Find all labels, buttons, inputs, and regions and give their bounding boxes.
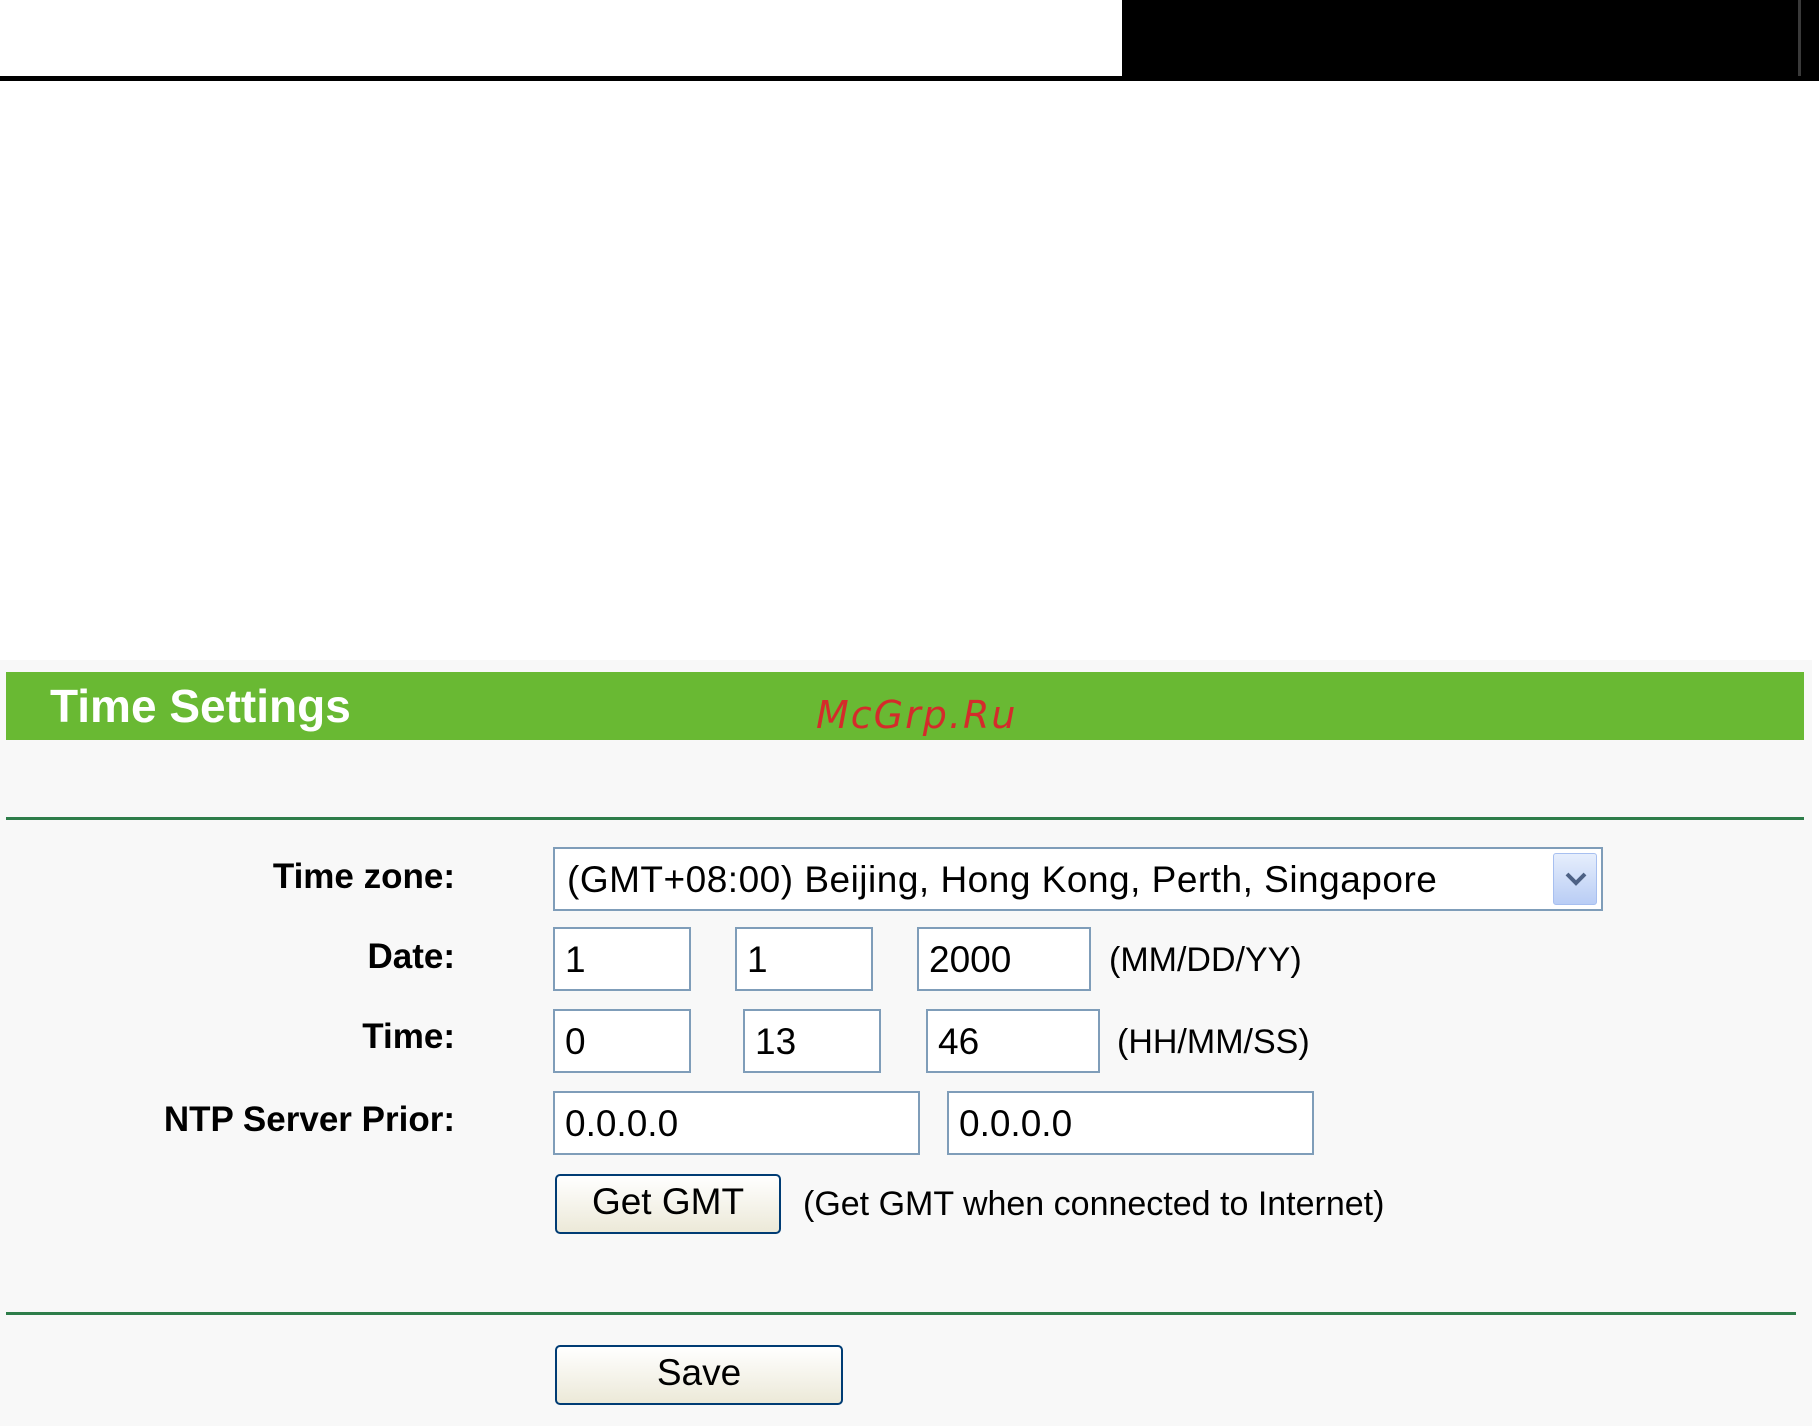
timezone-label: Time zone: (272, 857, 455, 896)
time-label: Time: (362, 1017, 455, 1056)
top-divider (6, 817, 1804, 820)
header-block-divider (1798, 0, 1801, 79)
time-second-input[interactable]: 46 (926, 1009, 1100, 1073)
date-day-input[interactable]: 1 (735, 927, 873, 991)
time-minute-input[interactable]: 13 (743, 1009, 881, 1073)
time-hour-input[interactable]: 0 (553, 1009, 691, 1073)
ntp-secondary-input[interactable]: 0.0.0.0 (947, 1091, 1314, 1155)
date-format-hint: (MM/DD/YY) (1109, 941, 1302, 979)
get-gmt-button[interactable]: Get GMT (555, 1174, 781, 1234)
date-month-input[interactable]: 1 (553, 927, 691, 991)
get-gmt-note: (Get GMT when connected to Internet) (803, 1185, 1385, 1223)
timezone-selected-value: (GMT+08:00) Beijing, Hong Kong, Perth, S… (567, 859, 1438, 900)
timezone-select[interactable]: (GMT+08:00) Beijing, Hong Kong, Perth, S… (553, 847, 1603, 911)
watermark: McGrp.Ru (816, 693, 1018, 737)
page: Time Settings McGrp.Ru Time zone: (GMT+0… (0, 0, 1819, 1426)
save-button[interactable]: Save (555, 1345, 843, 1405)
chevron-down-icon (1565, 872, 1587, 886)
panel-title: Time Settings (50, 680, 351, 732)
bottom-divider (6, 1312, 1796, 1315)
header-rule (0, 76, 1819, 81)
ntp-server-label: NTP Server Prior: (163, 1100, 455, 1139)
date-year-input[interactable]: 2000 (917, 927, 1091, 991)
time-format-hint: (HH/MM/SS) (1117, 1023, 1310, 1061)
ntp-primary-input[interactable]: 0.0.0.0 (553, 1091, 920, 1155)
header-black-block (1122, 0, 1819, 79)
date-label: Date: (367, 937, 455, 976)
dropdown-arrow-button[interactable] (1553, 853, 1597, 905)
